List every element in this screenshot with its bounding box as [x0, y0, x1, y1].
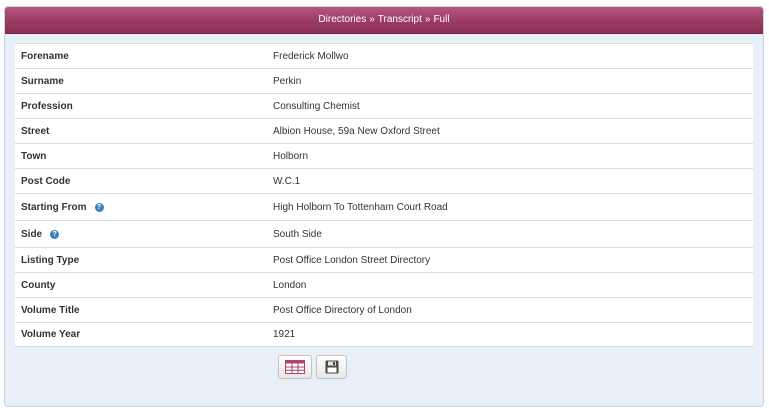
- field-value: London: [273, 279, 307, 291]
- record-row-starting-from: Starting From ? High Holborn To Tottenha…: [15, 193, 753, 220]
- field-label: Forename: [21, 50, 69, 62]
- record-row-street: Street Albion House, 59a New Oxford Stre…: [15, 118, 753, 143]
- field-label: Side: [21, 228, 43, 240]
- field-label: Post Code: [21, 175, 71, 187]
- field-value: Albion House, 59a New Oxford Street: [273, 125, 440, 137]
- field-label: Surname: [21, 75, 64, 87]
- help-icon[interactable]: ?: [50, 229, 60, 239]
- transcript-panel: Directories» Transcript» Full Forename Fre…: [4, 6, 764, 407]
- field-value: Holborn: [273, 150, 309, 162]
- breadcrumb-directories[interactable]: Directories: [318, 14, 366, 25]
- field-value: Perkin: [273, 75, 302, 87]
- breadcrumb-transcript[interactable]: Transcript: [378, 14, 422, 25]
- field-label: Town: [21, 150, 47, 162]
- field-value: Consulting Chemist: [273, 100, 360, 112]
- field-label: County: [21, 279, 56, 291]
- spreadsheet-icon: [285, 360, 305, 374]
- field-value: Post Office London Street Directory: [273, 254, 431, 266]
- field-label-group: Starting From ?: [15, 202, 273, 213]
- record-row-profession: Profession Consulting Chemist: [15, 93, 753, 118]
- field-label: Volume Year: [21, 329, 81, 340]
- action-buttons: [278, 355, 347, 379]
- record-row-surname: Surname Perkin: [15, 68, 753, 93]
- field-label: Volume Title: [21, 304, 80, 316]
- field-value: Post Office Directory of London: [273, 304, 412, 316]
- breadcrumb-full: Full: [433, 14, 450, 25]
- record-row-volume-title: Volume Title Post Office Directory of Lo…: [15, 297, 753, 322]
- export-spreadsheet-button[interactable]: [278, 355, 312, 379]
- record-row-forename: Forename Frederick Mollwo: [15, 43, 753, 68]
- field-value: W.C.1: [273, 175, 301, 187]
- field-value: Frederick Mollwo: [273, 50, 349, 62]
- breadcrumb: Directories» Transcript» Full: [5, 7, 763, 34]
- save-icon: [325, 360, 338, 374]
- field-label: Profession: [21, 100, 73, 112]
- record-table: Forename Frederick Mollwo Surname Perkin…: [15, 43, 753, 347]
- field-value: High Holborn To Tottenham Court Road: [273, 201, 448, 213]
- record-row-post-code: Post Code W.C.1: [15, 168, 753, 193]
- help-icon[interactable]: ?: [94, 202, 104, 212]
- record-row-town: Town Holborn: [15, 143, 753, 168]
- record-row-side: Side ? South Side: [15, 220, 753, 247]
- record-row-listing-type: Listing Type Post Office London Street D…: [15, 247, 753, 272]
- field-label: Listing Type: [21, 254, 80, 266]
- field-value: 1921: [273, 329, 296, 340]
- field-value: South Side: [273, 228, 322, 240]
- record-row-volume-year: Volume Year 1921: [15, 322, 753, 347]
- field-label: Street: [21, 125, 50, 137]
- breadcrumb-separator: »: [424, 14, 431, 25]
- save-button[interactable]: [316, 355, 347, 379]
- field-label-group: Side ?: [15, 229, 273, 240]
- record-row-county: County London: [15, 272, 753, 297]
- field-label: Starting From: [21, 201, 87, 213]
- breadcrumb-separator: »: [369, 14, 375, 25]
